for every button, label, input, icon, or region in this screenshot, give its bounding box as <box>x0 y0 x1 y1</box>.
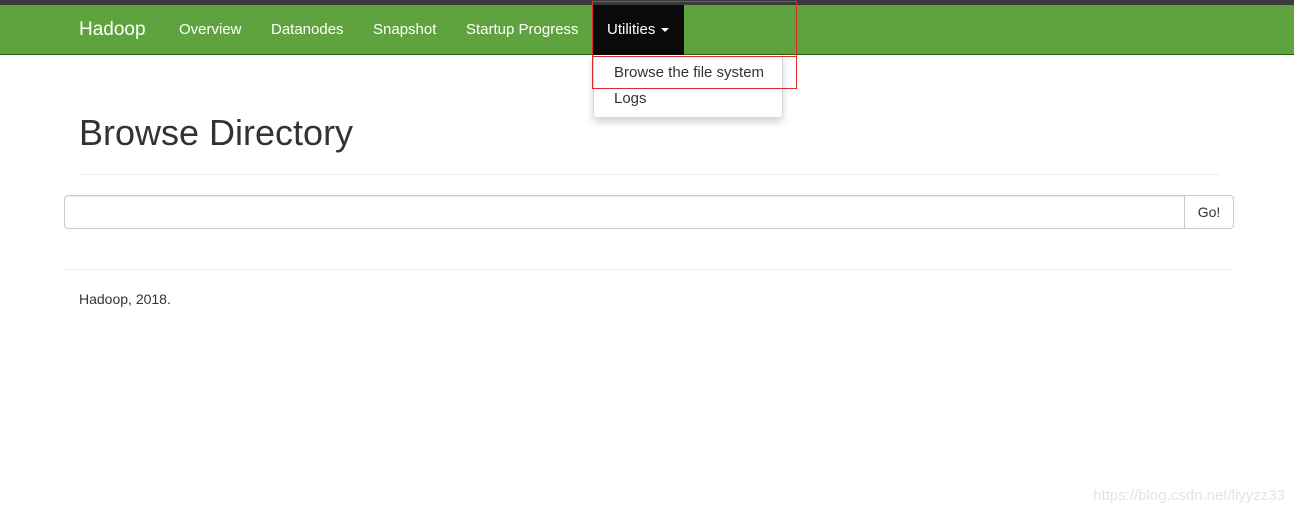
menu-item-browse-file-system[interactable]: Browse the file system <box>614 64 764 81</box>
menu-item-logs[interactable]: Logs <box>614 90 647 107</box>
nav-item-overview[interactable]: Overview <box>179 5 242 55</box>
utilities-dropdown-menu: Browse the file system Logs <box>593 55 783 118</box>
nav-item-datanodes[interactable]: Datanodes <box>271 5 344 55</box>
nav-item-utilities[interactable]: Utilities <box>592 5 685 55</box>
caret-down-icon <box>661 28 670 33</box>
directory-path-input[interactable] <box>64 195 1185 229</box>
title-divider <box>79 174 1219 175</box>
nav-item-utilities-label: Utilities <box>607 21 656 38</box>
watermark-text: https://blog.csdn.net/liyyzz33 <box>1093 487 1285 504</box>
brand-link[interactable]: Hadoop <box>79 5 146 55</box>
go-button[interactable]: Go! <box>1184 195 1234 229</box>
footer-text: Hadoop, 2018. <box>79 291 171 307</box>
nav-item-startup-progress[interactable]: Startup Progress <box>466 5 579 55</box>
top-navbar: Hadoop Overview Datanodes Snapshot Start… <box>0 5 1294 55</box>
nav-item-snapshot[interactable]: Snapshot <box>373 5 436 55</box>
footer-divider <box>64 269 1234 270</box>
page-title: Browse Directory <box>79 112 354 153</box>
